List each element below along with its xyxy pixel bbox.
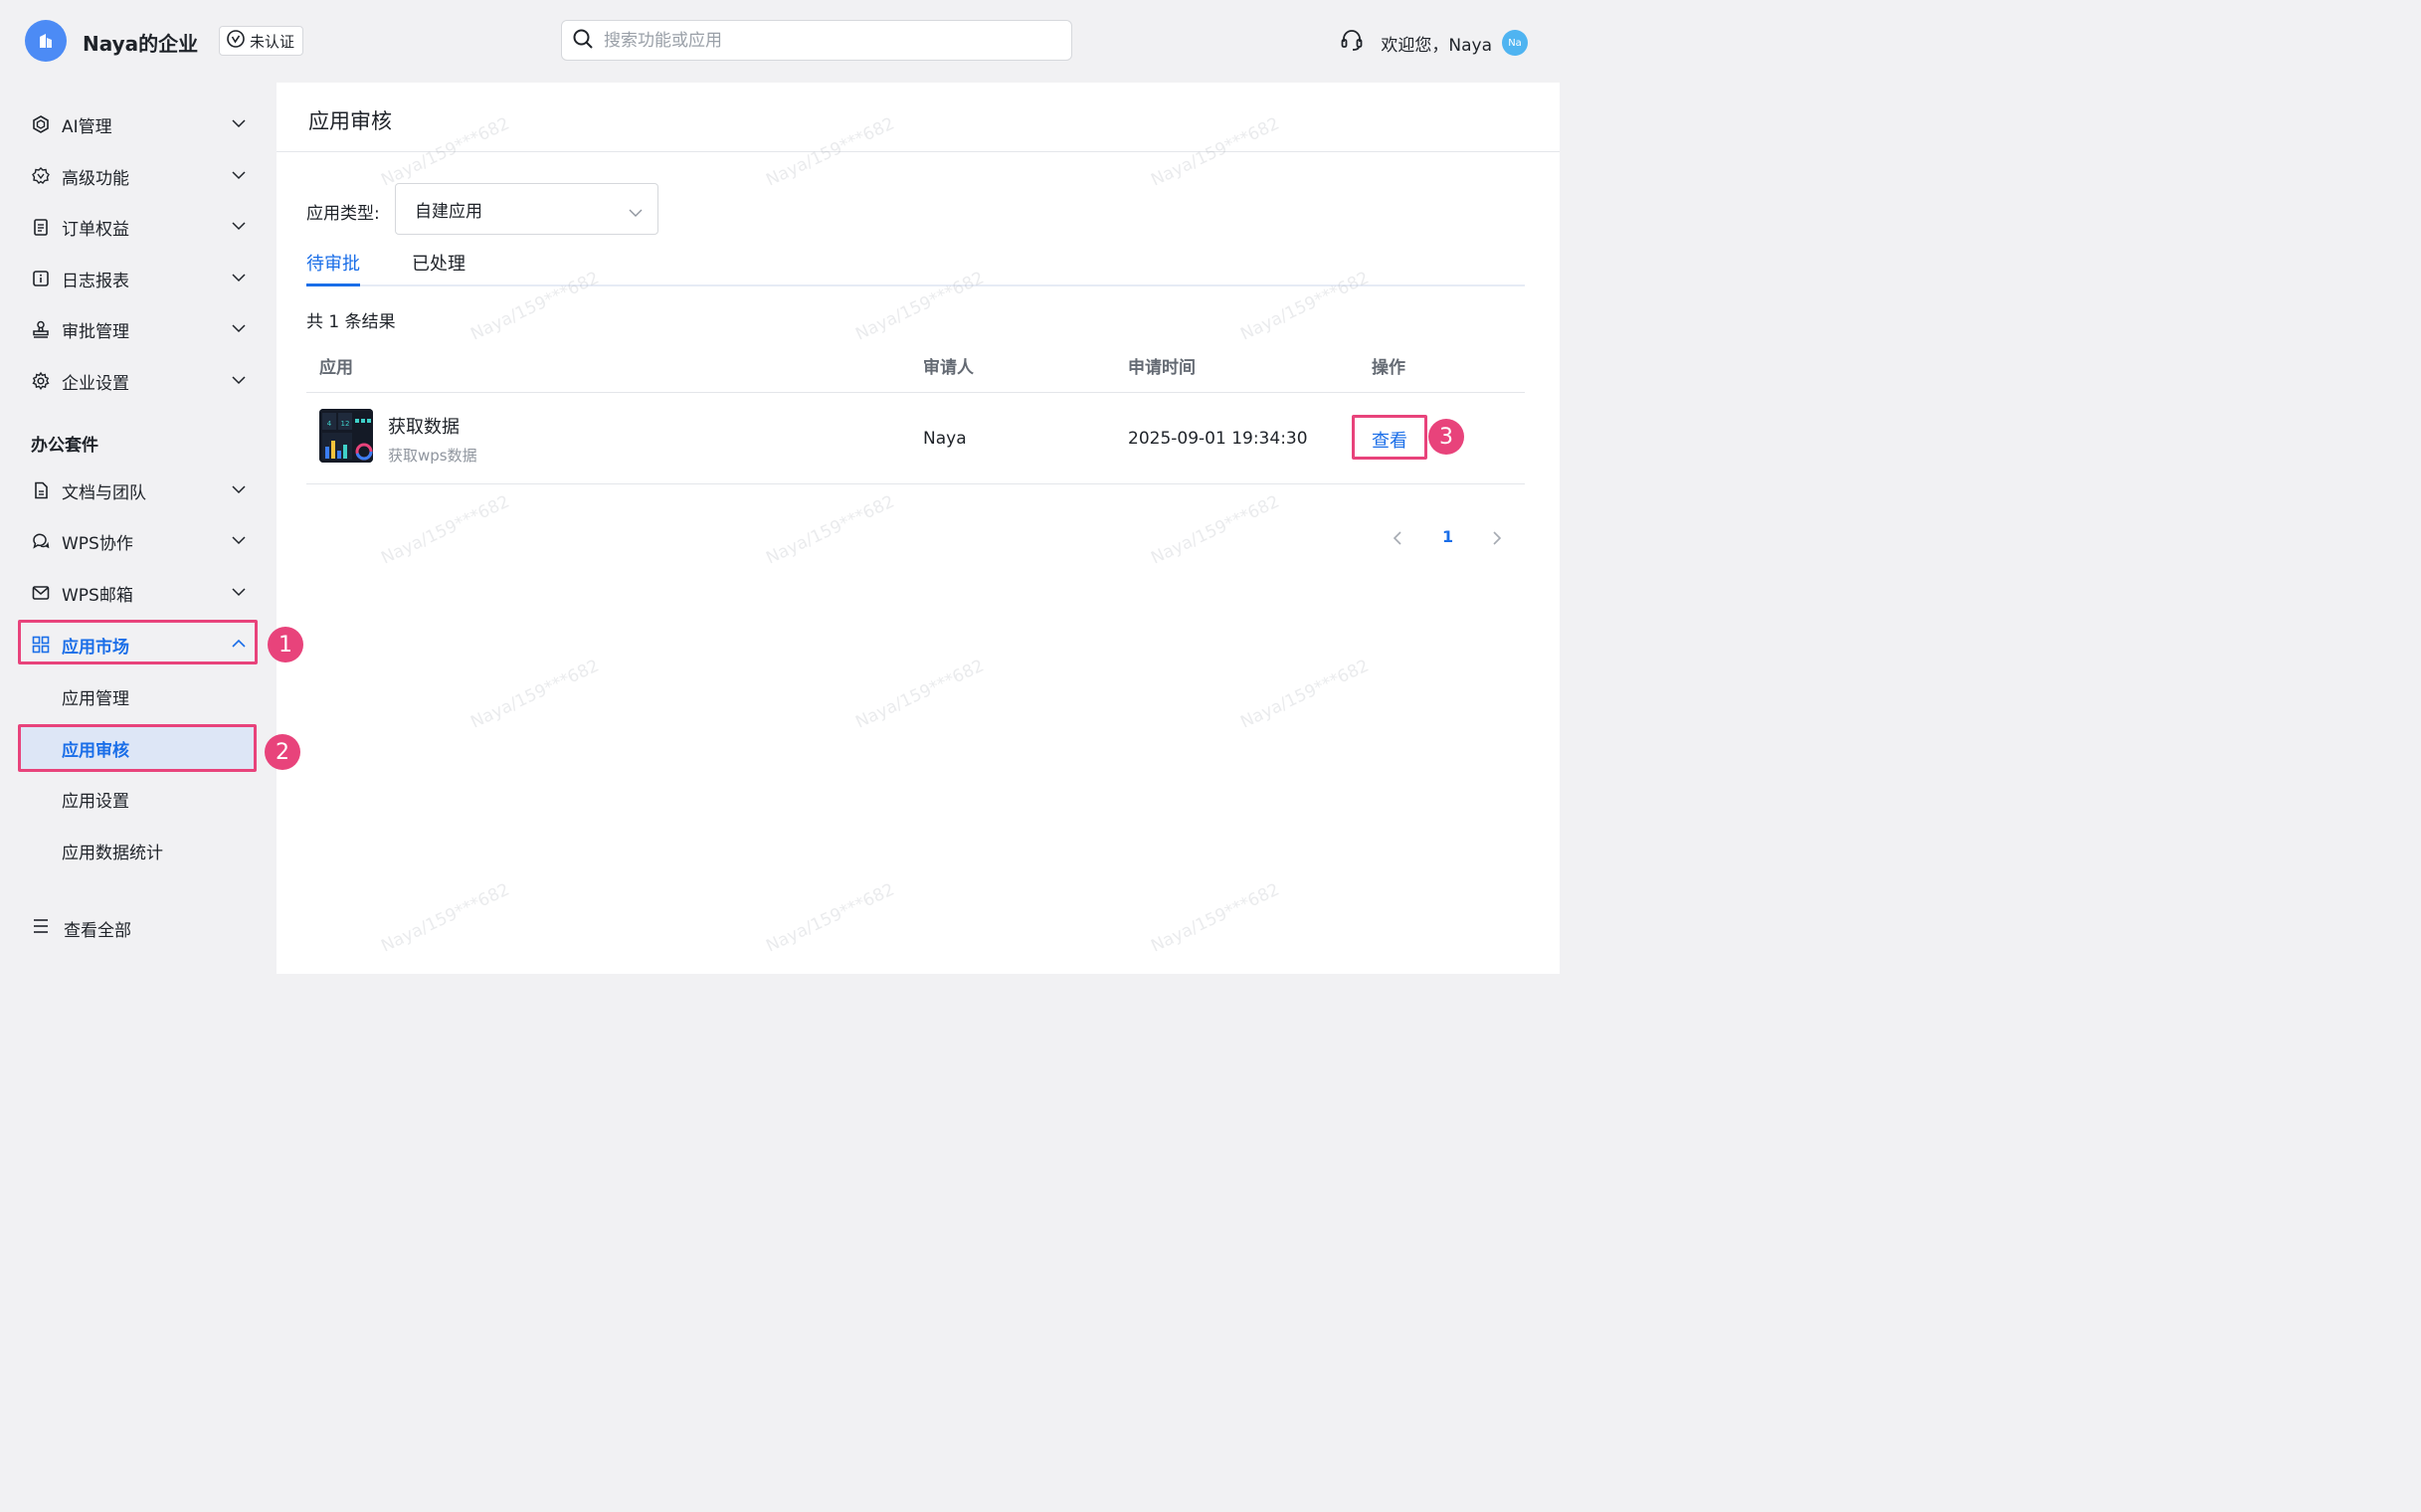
top-header: Naya的企业 未认证 欢迎您，Naya Na	[0, 0, 1560, 83]
sidebar-item-ai-management[interactable]: AI管理	[20, 103, 255, 145]
tab-processed[interactable]: 已处理	[412, 250, 466, 286]
chevron-down-icon	[628, 204, 644, 224]
search-box[interactable]	[561, 20, 1072, 61]
gear-icon	[30, 370, 52, 392]
app-name[interactable]: 获取数据	[388, 413, 460, 439]
chevron-down-icon	[231, 115, 247, 136]
premium-badge-icon	[30, 165, 52, 187]
sidebar-item-logs[interactable]: 日志报表	[20, 258, 255, 299]
headset-support-icon[interactable]	[1339, 28, 1365, 58]
ai-hexagon-icon	[30, 113, 52, 135]
chevron-down-icon	[231, 320, 247, 341]
sidebar-item-enterprise-settings[interactable]: 企业设置	[20, 360, 255, 402]
page-number[interactable]: 1	[1442, 527, 1453, 546]
sidebar: AI管理 高级功能 订单权益 日志报表 审批管理 企业设置 办公套件 文档与团队…	[0, 83, 277, 974]
chevron-down-icon	[231, 481, 247, 502]
chevron-down-icon	[231, 372, 247, 393]
org-name: Naya的企业	[83, 32, 199, 56]
mail-icon	[30, 582, 52, 604]
step-badge-1: 1	[268, 627, 303, 662]
sidebar-item-label: 审批管理	[62, 321, 129, 342]
view-all-label: 查看全部	[64, 921, 131, 941]
sidebar-item-docs-teams[interactable]: 文档与团队	[20, 470, 255, 511]
sidebar-subitem-app-management[interactable]: 应用管理	[20, 674, 255, 718]
document-icon	[30, 479, 52, 501]
main-content: 应用审核 应用类型: 自建应用 待审批 已处理 共 1 条结果 应用 审请人 申…	[277, 83, 1560, 974]
review-tabs: 待审批 已处理	[306, 247, 1525, 286]
avatar[interactable]: Na	[1502, 30, 1528, 56]
cert-label: 未认证	[250, 32, 295, 51]
chevron-down-icon	[231, 167, 247, 188]
welcome-text: 欢迎您，Naya	[1381, 35, 1492, 56]
chevron-right-icon[interactable]	[1490, 530, 1504, 550]
sidebar-item-label: WPS协作	[62, 533, 133, 554]
step-badge-2: 2	[265, 734, 300, 770]
result-count: 共 1 条结果	[306, 312, 396, 332]
sidebar-item-orders[interactable]: 订单权益	[20, 206, 255, 248]
tabs-underline	[306, 284, 1525, 286]
sidebar-item-label: 订单权益	[62, 219, 129, 240]
sidebar-subitem-app-review[interactable]: 应用审核	[20, 726, 255, 770]
table-header: 应用 审请人 申请时间 操作	[306, 345, 1525, 393]
app-grid-icon	[30, 634, 52, 656]
tab-pending[interactable]: 待审批	[306, 250, 360, 286]
applicant-cell: Naya	[923, 429, 967, 449]
section-title-office-suite: 办公套件	[31, 436, 98, 456]
info-document-icon	[30, 268, 52, 289]
sidebar-item-wps-collab[interactable]: WPS协作	[20, 520, 255, 562]
sidebar-item-app-market[interactable]: 应用市场	[20, 624, 255, 665]
pagination: 1	[1391, 524, 1510, 552]
sidebar-item-advanced[interactable]: 高级功能	[20, 155, 255, 197]
app-type-value: 自建应用	[415, 201, 482, 222]
apply-time-cell: 2025-09-01 19:34:30	[1128, 429, 1308, 449]
sidebar-item-label: 文档与团队	[62, 482, 146, 503]
app-type-label: 应用类型:	[306, 204, 380, 224]
page-title: 应用审核	[308, 109, 392, 133]
clipboard-icon	[30, 216, 52, 238]
column-header-applicant: 审请人	[923, 358, 974, 378]
chevron-down-icon	[231, 218, 247, 239]
view-all-button[interactable]: 查看全部	[32, 916, 131, 941]
step-badge-3: 3	[1428, 419, 1464, 455]
svg-text:12: 12	[341, 420, 350, 428]
sidebar-subitem-app-settings[interactable]: 应用设置	[20, 777, 255, 821]
chevron-down-icon	[231, 532, 247, 553]
chevron-down-icon	[231, 270, 247, 290]
column-header-time: 申请时间	[1128, 358, 1196, 378]
sidebar-item-wps-mail[interactable]: WPS邮箱	[20, 572, 255, 614]
stamp-icon	[30, 318, 52, 340]
view-button[interactable]: 查看	[1372, 427, 1407, 453]
chevron-up-icon	[231, 636, 247, 657]
app-type-select[interactable]: 自建应用	[395, 183, 658, 235]
sidebar-item-label: 日志报表	[62, 271, 129, 291]
org-logo-icon[interactable]	[25, 20, 67, 62]
sidebar-item-label: WPS邮箱	[62, 585, 133, 606]
chat-bubble-icon	[30, 530, 52, 552]
title-divider	[277, 151, 1560, 152]
chevron-down-icon	[231, 584, 247, 605]
svg-text:4: 4	[327, 420, 332, 428]
menu-list-icon	[32, 917, 50, 940]
sidebar-item-label: 高级功能	[62, 168, 129, 189]
app-description: 获取wps数据	[388, 447, 477, 465]
sidebar-item-approvals[interactable]: 审批管理	[20, 308, 255, 350]
column-header-action: 操作	[1372, 358, 1405, 378]
sidebar-item-label: 应用市场	[62, 637, 129, 658]
search-icon	[572, 28, 594, 54]
chevron-left-icon[interactable]	[1391, 530, 1404, 550]
certification-badge[interactable]: 未认证	[219, 26, 304, 56]
verified-shield-icon	[226, 29, 246, 53]
sidebar-item-label: 企业设置	[62, 373, 129, 394]
app-dashboard-thumbnail: 4 12	[319, 409, 373, 463]
column-header-app: 应用	[319, 358, 353, 378]
table-row: 4 12 获取数据 获取wps数据 Naya 2025-09-01 19:34:…	[306, 393, 1525, 484]
sidebar-subitem-app-stats[interactable]: 应用数据统计	[20, 829, 255, 872]
sidebar-item-label: AI管理	[62, 116, 112, 137]
header-user-area: 欢迎您，Naya Na	[1339, 28, 1528, 58]
search-input[interactable]	[604, 30, 1041, 51]
